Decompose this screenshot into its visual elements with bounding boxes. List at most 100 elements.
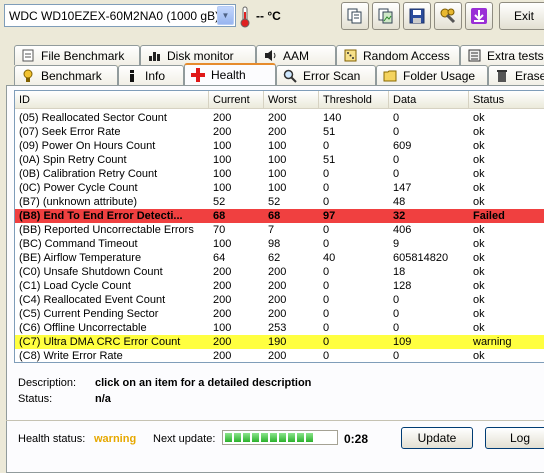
download-button[interactable] bbox=[465, 2, 493, 30]
cell-current: 100 bbox=[213, 238, 232, 250]
health-panel: ID Current Worst Threshold Data Status (… bbox=[6, 85, 544, 473]
cell-status: ok bbox=[473, 112, 485, 124]
cell-threshold: 0 bbox=[323, 350, 330, 362]
column-header-data[interactable]: Data bbox=[389, 91, 469, 109]
cell-worst: 253 bbox=[268, 322, 287, 334]
exit-button[interactable]: Exit bbox=[499, 2, 544, 30]
tab-folder-usage[interactable]: Folder Usage bbox=[376, 65, 488, 85]
tab-label: Folder Usage bbox=[403, 68, 476, 83]
cell-current: 52 bbox=[213, 196, 226, 208]
progress-block bbox=[243, 433, 250, 442]
cell-status: ok bbox=[473, 196, 485, 208]
cell-status: ok bbox=[473, 280, 485, 292]
cell-id: (C6) Offline Uncorrectable bbox=[19, 322, 147, 334]
table-row[interactable]: (C8) Write Error Rate 200 200 0 0 ok bbox=[15, 349, 544, 362]
cell-status: ok bbox=[473, 140, 485, 152]
table-row[interactable]: (BC) Command Timeout 100 98 0 9 ok bbox=[15, 237, 544, 251]
cell-worst: 68 bbox=[268, 210, 281, 222]
cell-data: 9 bbox=[393, 238, 400, 250]
cell-worst: 200 bbox=[268, 126, 287, 138]
tab-random-access[interactable]: Random Access bbox=[336, 45, 460, 65]
cell-worst: 200 bbox=[268, 294, 287, 306]
tab-health[interactable]: Health bbox=[184, 63, 276, 85]
tab-label: Benchmark bbox=[41, 68, 102, 83]
table-header: ID Current Worst Threshold Data Status bbox=[15, 91, 544, 109]
drive-select[interactable]: WDC WD10EZEX-60M2NA0 (1000 gB) ▼ bbox=[4, 4, 236, 27]
tab-aam[interactable]: AAM bbox=[256, 45, 336, 65]
column-header-worst[interactable]: Worst bbox=[264, 91, 319, 109]
cell-current: 100 bbox=[213, 140, 232, 152]
table-row[interactable]: (09) Power On Hours Count 100 100 0 609 ok bbox=[15, 139, 544, 153]
log-button[interactable]: Log bbox=[485, 427, 544, 449]
column-header-status[interactable]: Status bbox=[469, 91, 544, 109]
update-button[interactable]: Update bbox=[401, 427, 473, 449]
cell-status: ok bbox=[473, 238, 485, 250]
table-row[interactable]: (BB) Reported Uncorrectable Errors 70 7 0 40… bbox=[15, 223, 544, 237]
cell-threshold: 0 bbox=[323, 238, 330, 250]
cell-data: 0 bbox=[393, 308, 400, 320]
cell-id: (09) Power On Hours Count bbox=[19, 140, 156, 152]
progress-block bbox=[270, 433, 277, 442]
progress-block bbox=[297, 433, 304, 442]
thermometer-icon bbox=[240, 6, 250, 28]
table-row[interactable]: (C6) Offline Uncorrectable 100 253 0 0 ok bbox=[15, 321, 544, 335]
table-row[interactable]: (C4) Reallocated Event Count 200 200 0 0 ok bbox=[15, 293, 544, 307]
table-row[interactable]: (B8) End To End Error Detecti... 68 68 97 32… bbox=[15, 209, 544, 223]
cell-current: 100 bbox=[213, 168, 232, 180]
save-button[interactable] bbox=[403, 2, 431, 30]
cell-worst: 190 bbox=[268, 336, 287, 348]
table-row[interactable]: (0C) Power Cycle Count 100 100 0 147 ok bbox=[15, 181, 544, 195]
column-header-id[interactable]: ID bbox=[15, 91, 209, 109]
magnifier-icon bbox=[283, 69, 297, 83]
cell-current: 100 bbox=[213, 154, 232, 166]
cell-threshold: 0 bbox=[323, 196, 330, 208]
table-row[interactable]: (C0) Unsafe Shutdown Count 200 200 0 18 ok bbox=[15, 265, 544, 279]
health-cross-icon bbox=[191, 68, 205, 82]
table-row[interactable]: (0A) Spin Retry Count 100 100 51 0 ok bbox=[15, 153, 544, 167]
table-row[interactable]: (0B) Calibration Retry Count 100 100 0 0 ok bbox=[15, 167, 544, 181]
cell-status: ok bbox=[473, 154, 485, 166]
column-header-current[interactable]: Current bbox=[209, 91, 264, 109]
cell-current: 64 bbox=[213, 252, 226, 264]
copy-text-button[interactable] bbox=[341, 2, 369, 30]
cell-threshold: 0 bbox=[323, 280, 330, 292]
table-row[interactable]: (07) Seek Error Rate 200 200 51 0 ok bbox=[15, 125, 544, 139]
tab-file-benchmark[interactable]: File Benchmark bbox=[14, 45, 140, 65]
table-row[interactable]: (C7) Ultra DMA CRC Error Count 200 190 0 109… bbox=[15, 335, 544, 349]
cell-id: (0A) Spin Retry Count bbox=[19, 154, 127, 166]
cell-threshold: 0 bbox=[323, 308, 330, 320]
cell-id: (0C) Power Cycle Count bbox=[19, 182, 138, 194]
cell-data: 0 bbox=[393, 350, 400, 362]
tab-benchmark[interactable]: Benchmark bbox=[14, 65, 118, 85]
cell-data: 605814820 bbox=[393, 252, 449, 264]
cell-current: 70 bbox=[213, 224, 226, 236]
cell-id: (C0) Unsafe Shutdown Count bbox=[19, 266, 163, 278]
options-button[interactable] bbox=[434, 2, 462, 30]
cell-id: (B8) End To End Error Detecti... bbox=[19, 210, 183, 222]
cell-data: 0 bbox=[393, 126, 400, 138]
tab-label: Erase bbox=[515, 68, 544, 83]
cell-id: (BE) Airflow Temperature bbox=[19, 252, 142, 264]
cell-threshold: 40 bbox=[323, 252, 336, 264]
tab-label: Random Access bbox=[363, 48, 450, 63]
table-row[interactable]: (BE) Airflow Temperature 64 62 40 605814820 o… bbox=[15, 251, 544, 265]
table-row[interactable]: (B7) (unknown attribute) 52 52 0 48 ok bbox=[15, 195, 544, 209]
table-row[interactable]: (05) Reallocated Sector Count 200 200 140 0 o… bbox=[15, 111, 544, 125]
copy-screenshot-button[interactable] bbox=[372, 2, 400, 30]
table-row[interactable]: (C1) Load Cycle Count 200 200 0 128 ok bbox=[15, 279, 544, 293]
smart-table[interactable]: ID Current Worst Threshold Data Status (… bbox=[14, 90, 544, 363]
cell-worst: 98 bbox=[268, 238, 281, 250]
tab-disk-monitor[interactable]: Disk monitor bbox=[140, 45, 256, 65]
tab-info[interactable]: Info bbox=[118, 65, 184, 85]
chevron-down-icon[interactable]: ▼ bbox=[217, 6, 234, 25]
column-header-threshold[interactable]: Threshold bbox=[319, 91, 389, 109]
tab-error-scan[interactable]: Error Scan bbox=[276, 65, 376, 85]
tab-extra-tests[interactable]: Extra tests bbox=[460, 45, 544, 65]
table-row[interactable]: (C5) Current Pending Sector 200 200 0 0 ok bbox=[15, 307, 544, 321]
cell-data: 609 bbox=[393, 140, 412, 152]
tab-erase[interactable]: Erase bbox=[488, 65, 544, 85]
health-status-label: Health status: bbox=[18, 433, 86, 445]
cell-current: 200 bbox=[213, 350, 232, 362]
cell-data: 0 bbox=[393, 112, 400, 124]
status-value: n/a bbox=[95, 393, 111, 405]
